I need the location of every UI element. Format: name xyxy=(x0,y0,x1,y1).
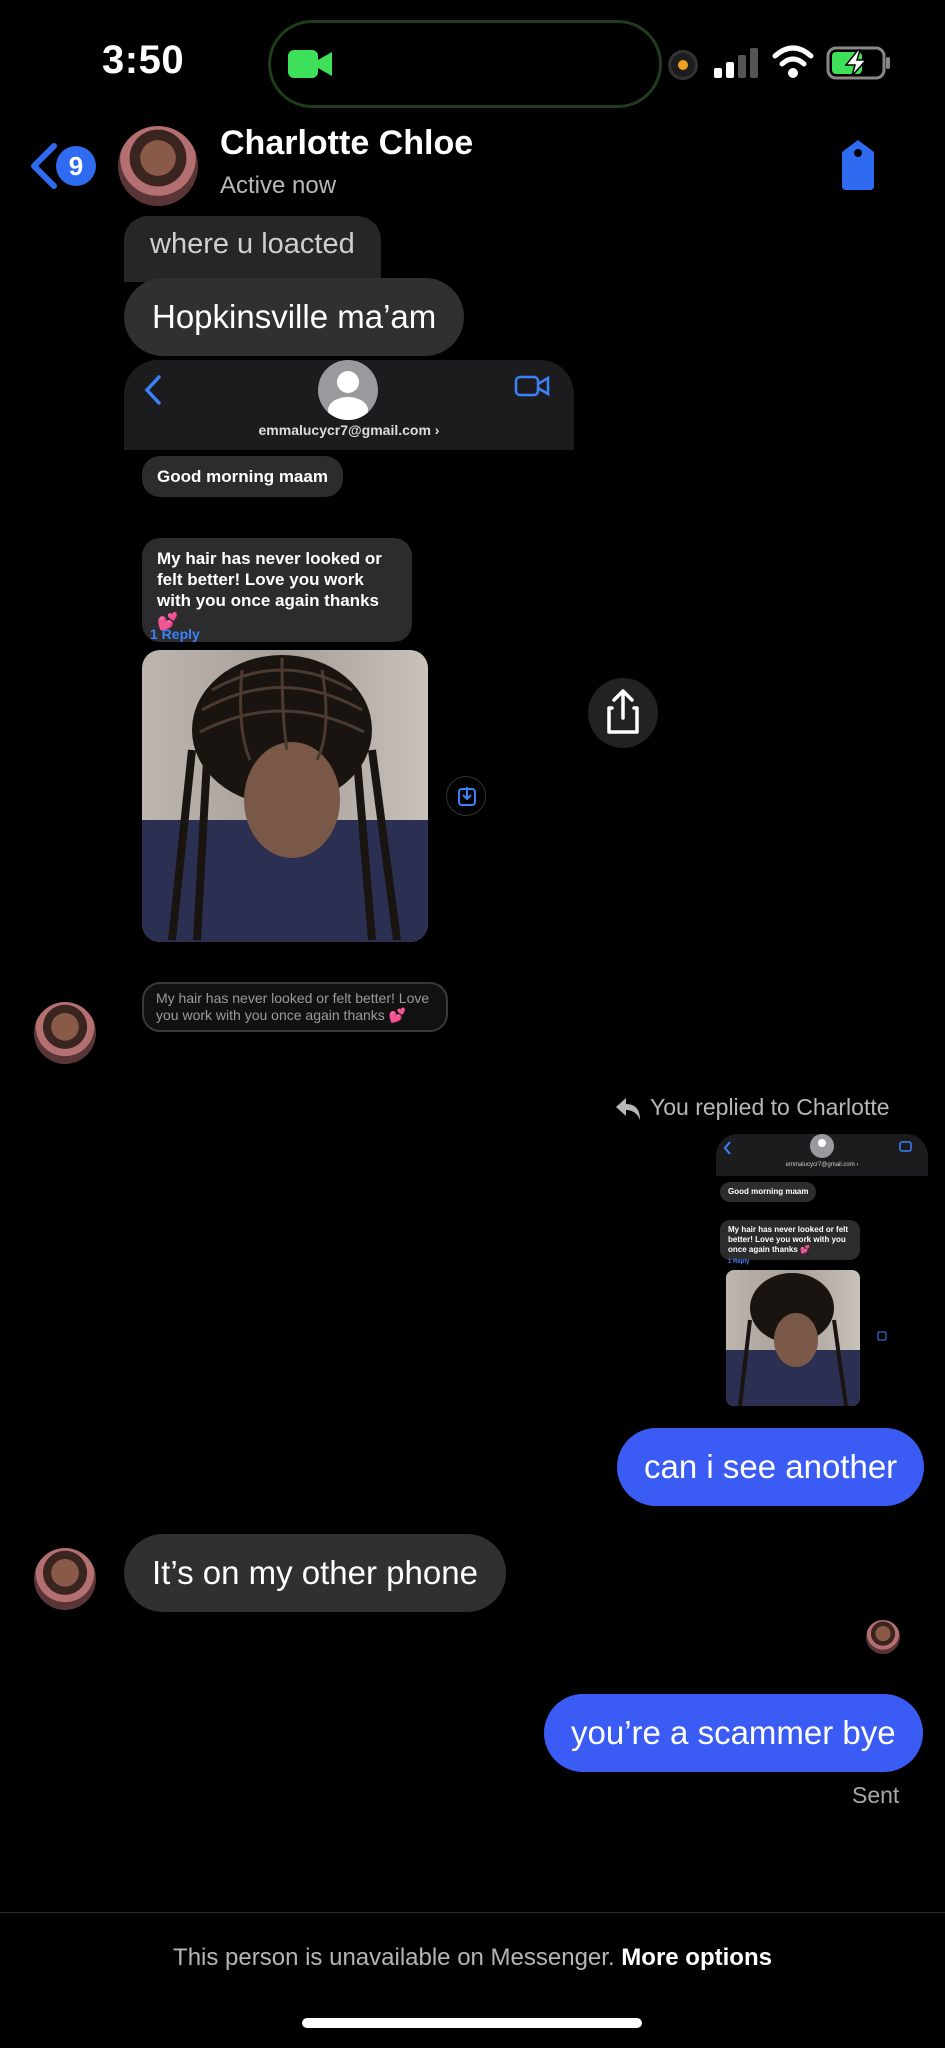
contact-status: Active now xyxy=(220,172,337,199)
braids-photo xyxy=(142,650,428,942)
thumbnail-header: emmalucycr7@gmail.com › xyxy=(716,1134,928,1176)
screenshot-email: emmalucycr7@gmail.com › xyxy=(258,422,440,438)
status-time: 3:50 xyxy=(102,38,185,82)
incoming-message[interactable]: It’s on my other phone xyxy=(124,1534,506,1612)
more-options-link[interactable]: More options xyxy=(621,1944,772,1971)
home-indicator[interactable] xyxy=(302,2018,642,2028)
screenshot-message: Good morning maam xyxy=(142,456,343,497)
thumbnail-email: emmalucycr7@gmail.com › xyxy=(785,1162,859,1168)
thumbnail-message: My hair has never looked or felt better!… xyxy=(720,1220,860,1260)
mic-indicator-icon xyxy=(668,50,698,80)
replied-screenshot-thumbnail[interactable]: emmalucycr7@gmail.com › Good morning maa… xyxy=(716,1134,928,1406)
contact-name[interactable]: Charlotte Chloe xyxy=(220,124,473,163)
sender-avatar[interactable] xyxy=(34,1548,96,1610)
download-icon xyxy=(446,776,486,816)
outgoing-message[interactable]: you’re a scammer bye xyxy=(544,1694,923,1772)
facetime-camera-icon xyxy=(288,50,332,78)
replied-to-label: You replied to Charlotte xyxy=(650,1094,890,1120)
share-button[interactable] xyxy=(588,678,658,748)
share-icon xyxy=(607,689,639,734)
contact-avatar[interactable] xyxy=(118,126,198,206)
shared-screenshot-image[interactable]: emmalucycr7@gmail.com › Good morning maa… xyxy=(124,360,574,1050)
thumbnail-message: Good morning maam xyxy=(720,1182,817,1202)
back-chevron-icon xyxy=(144,375,161,405)
thumbnail-braids-photo xyxy=(726,1270,860,1406)
unavailable-notice: This person is unavailable on Messenger.… xyxy=(0,1944,945,1972)
footer-divider xyxy=(0,1912,945,1913)
outgoing-message[interactable]: can i see another xyxy=(617,1428,925,1506)
video-call-icon xyxy=(514,375,550,397)
sender-avatar[interactable] xyxy=(34,1002,96,1064)
thumbnail-reply-label: 1 Reply xyxy=(728,1259,750,1265)
screenshot-message-reply: My hair has never looked or felt better!… xyxy=(142,982,448,1032)
incoming-message[interactable]: where u loacted xyxy=(124,216,381,282)
wifi-icon xyxy=(772,45,814,78)
sent-status: Sent xyxy=(852,1782,900,1808)
cellular-signal-icon xyxy=(714,48,758,78)
read-receipt-avatar xyxy=(866,1620,900,1654)
tag-icon[interactable] xyxy=(836,138,880,192)
unavailable-text: This person is unavailable on Messenger. xyxy=(173,1944,622,1971)
download-icon xyxy=(877,1331,887,1341)
battery-charging-icon xyxy=(826,46,890,80)
reply-arrow-icon xyxy=(616,1098,640,1120)
default-avatar-icon xyxy=(318,360,378,420)
screenshot-reply-label: 1 Reply xyxy=(150,626,200,642)
incoming-message[interactable]: Hopkinsville ma’am xyxy=(124,278,465,356)
screenshot-header: emmalucycr7@gmail.com › xyxy=(124,360,574,450)
unread-count-badge[interactable]: 9 xyxy=(56,146,96,186)
